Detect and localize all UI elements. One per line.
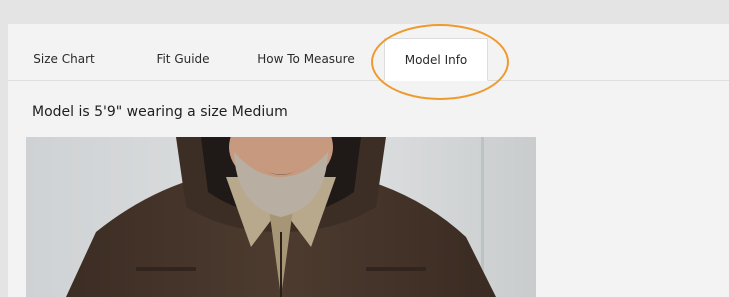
tab-size-chart[interactable]: Size Chart — [20, 38, 108, 80]
tab-how-to-measure[interactable]: How To Measure — [243, 38, 369, 80]
model-photo — [26, 137, 536, 297]
model-info-caption: Model is 5'9" wearing a size Medium — [32, 104, 288, 120]
tab-fit-guide[interactable]: Fit Guide — [142, 38, 224, 80]
tab-model-info[interactable]: Model Info — [384, 38, 488, 81]
size-info-panel: Size Chart Fit Guide How To Measure Mode… — [8, 24, 729, 297]
model-photo-illustration — [26, 137, 536, 297]
tab-bar: Size Chart Fit Guide How To Measure Mode… — [8, 24, 729, 100]
